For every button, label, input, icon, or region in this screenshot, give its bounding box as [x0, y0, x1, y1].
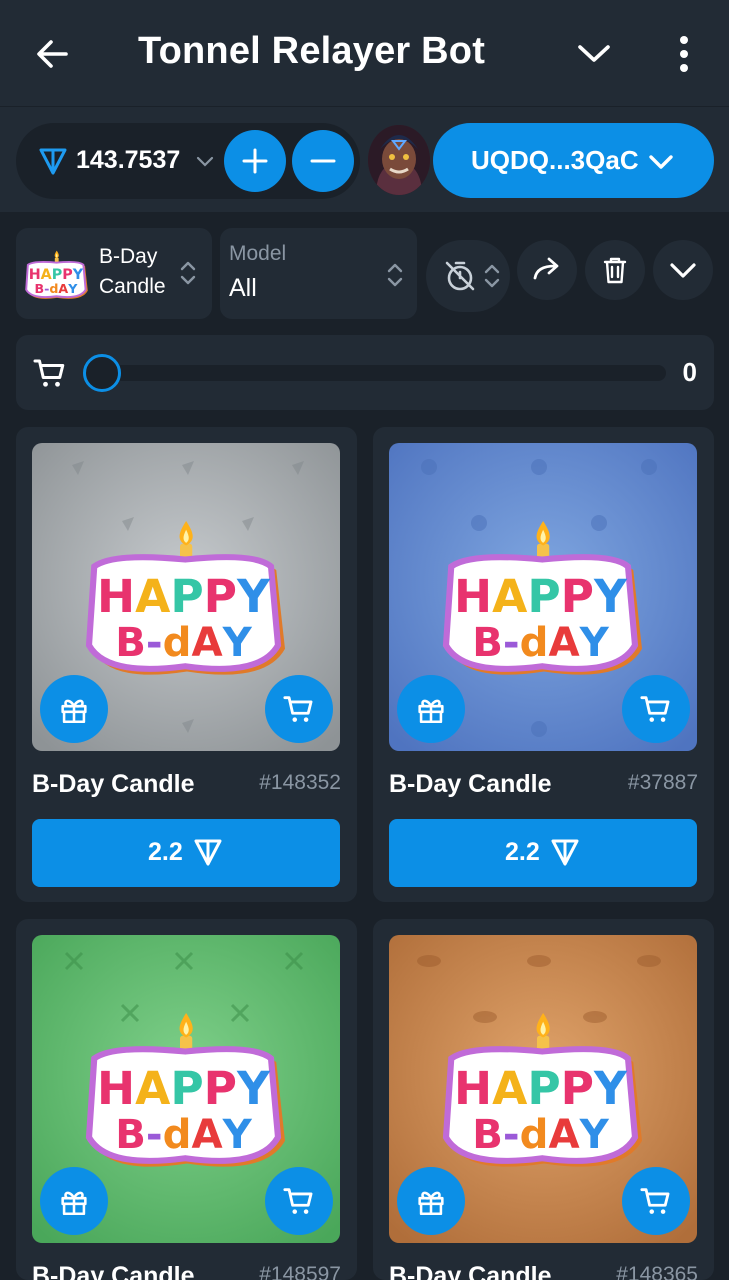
quantity-slider-handle[interactable] — [83, 354, 121, 392]
buy-button[interactable]: 2.2 — [389, 819, 697, 887]
gift-image[interactable] — [32, 443, 340, 751]
trash-icon — [603, 257, 627, 284]
ton-icon — [38, 147, 68, 175]
sort-updown-icon — [482, 261, 502, 291]
deposit-button[interactable] — [224, 130, 286, 192]
avatar[interactable] — [368, 125, 430, 195]
cart-bar: 0 — [16, 335, 714, 410]
cart-icon — [639, 1184, 673, 1218]
gift-number: #37887 — [627, 771, 698, 794]
add-to-cart-button[interactable] — [622, 1167, 690, 1235]
gift-name: B-Day Candle — [32, 770, 195, 798]
gift-image[interactable] — [389, 443, 697, 751]
add-to-cart-button[interactable] — [265, 1167, 333, 1235]
share-button[interactable] — [517, 240, 577, 300]
clear-button[interactable] — [585, 240, 645, 300]
cart-icon — [639, 692, 673, 726]
gift-number: #148597 — [259, 1263, 341, 1280]
gift-number: #148352 — [259, 771, 341, 794]
balance-selector[interactable]: 143.7537 — [16, 123, 360, 199]
gift-icon — [57, 692, 91, 726]
chevron-down-icon — [649, 155, 673, 169]
expand-filters-button[interactable] — [653, 240, 713, 300]
model-label: Model — [229, 242, 287, 265]
gift-card[interactable]: B-Day Candle #148597 — [16, 919, 357, 1280]
cart-icon[interactable] — [32, 355, 68, 391]
timer-off-icon — [445, 261, 475, 291]
gift-name: B-Day Candle — [389, 1262, 552, 1280]
gift-type-line2: Candle — [99, 275, 166, 298]
back-arrow-icon[interactable] — [30, 32, 74, 76]
page-title: Tonnel Relayer Bot — [138, 30, 486, 72]
price-label: 2.2 — [505, 838, 540, 866]
gift-button[interactable] — [40, 675, 108, 743]
filter-row: B-Day Candle Model All — [0, 228, 729, 320]
minus-icon — [310, 159, 336, 163]
ton-icon — [192, 838, 224, 866]
share-arrow-icon — [533, 257, 559, 280]
gift-button[interactable] — [397, 1167, 465, 1235]
gift-card[interactable]: B-Day Candle #148365 — [373, 919, 714, 1280]
gift-name: B-Day Candle — [32, 1262, 195, 1280]
gift-button[interactable] — [40, 1167, 108, 1235]
buy-button[interactable]: 2.2 — [32, 819, 340, 887]
app-header: Tonnel Relayer Bot — [0, 0, 729, 106]
plus-icon — [242, 148, 268, 174]
gift-type-line1: B-Day — [99, 245, 158, 268]
chevron-down-icon[interactable] — [572, 34, 616, 74]
withdraw-button[interactable] — [292, 130, 354, 192]
gift-thumbnail — [24, 246, 90, 308]
gift-image[interactable] — [389, 935, 697, 1243]
model-value: All — [229, 274, 257, 302]
ton-icon — [549, 838, 581, 866]
gift-card[interactable]: B-Day Candle #148352 2.2 — [16, 427, 357, 902]
chevron-down-icon — [670, 263, 696, 278]
gift-icon — [414, 692, 448, 726]
add-to-cart-button[interactable] — [265, 675, 333, 743]
gift-type-select[interactable]: B-Day Candle — [16, 228, 212, 319]
cart-icon — [282, 692, 316, 726]
price-label: 2.2 — [148, 838, 183, 866]
gift-button[interactable] — [397, 675, 465, 743]
gift-image[interactable] — [32, 935, 340, 1243]
cart-icon — [282, 1184, 316, 1218]
account-bar: 143.7537 UQDQ...3QaC — [0, 106, 729, 212]
sort-updown-icon — [178, 258, 198, 288]
gift-name: B-Day Candle — [389, 770, 552, 798]
gift-icon — [57, 1184, 91, 1218]
cart-count: 0 — [682, 357, 697, 387]
gift-icon — [414, 1184, 448, 1218]
gift-card[interactable]: B-Day Candle #37887 2.2 — [373, 427, 714, 902]
wallet-address: UQDQ...3QaC — [471, 145, 639, 175]
timer-filter-button[interactable] — [426, 240, 510, 312]
gift-number: #148365 — [616, 1263, 698, 1280]
balance-amount: 143.7537 — [76, 146, 181, 174]
add-to-cart-button[interactable] — [622, 675, 690, 743]
caret-down-icon — [196, 156, 214, 167]
model-select[interactable]: Model All — [220, 228, 417, 319]
quantity-slider-track[interactable] — [100, 365, 666, 381]
more-vertical-icon[interactable] — [664, 32, 704, 76]
sort-updown-icon — [385, 260, 405, 290]
wallet-address-button[interactable]: UQDQ...3QaC — [433, 123, 714, 198]
